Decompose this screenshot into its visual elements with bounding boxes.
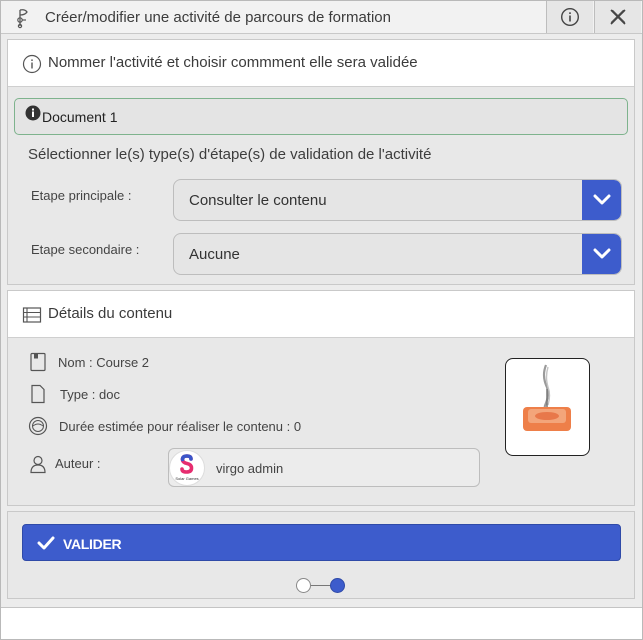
validate-button[interactable]: VALIDER <box>22 524 621 561</box>
dialog-window: Créer/modifier une activité de parcours … <box>0 0 643 640</box>
user-icon <box>30 455 46 474</box>
secondary-step-label: Etape secondaire : <box>31 242 140 257</box>
step-1-dot[interactable] <box>296 578 311 593</box>
info-icon <box>25 105 41 121</box>
list-icon <box>22 307 42 323</box>
window-title: Créer/modifier une activité de parcours … <box>45 9 391 26</box>
step-2-dot[interactable] <box>330 578 345 593</box>
author-name: virgo admin <box>216 461 284 476</box>
brand-logo-icon <box>180 454 194 474</box>
timer-icon <box>28 416 48 436</box>
close-button[interactable] <box>594 1 641 33</box>
validate-button-label: VALIDER <box>63 536 122 552</box>
info-button[interactable] <box>546 1 593 33</box>
actions-section: VALIDER <box>7 511 635 599</box>
activity-name-value: Document 1 <box>42 109 118 125</box>
content-details-section: Détails du contenu Nom : Course 2 Type :… <box>7 290 635 506</box>
activity-section-title: Nommer l'activité et choisir commment el… <box>48 54 418 71</box>
paper-spike-icon <box>523 364 571 431</box>
content-type: Type : doc <box>60 387 120 402</box>
author-field: Solar Games virgo admin <box>168 448 480 487</box>
chevron-down-icon <box>593 194 610 205</box>
secondary-step-select[interactable]: Aucune <box>173 233 622 275</box>
main-step-select[interactable]: Consulter le contenu <box>173 179 622 221</box>
content-thumbnail <box>505 358 590 456</box>
check-icon <box>37 536 55 550</box>
title-bar: Créer/modifier une activité de parcours … <box>1 1 642 34</box>
chevron-down-icon <box>593 248 610 259</box>
close-icon <box>610 9 626 25</box>
file-icon <box>30 352 46 372</box>
validation-instruction: Sélectionner le(s) type(s) d'étape(s) de… <box>28 146 432 163</box>
content-details-title: Détails du contenu <box>48 305 173 322</box>
author-label: Auteur : <box>55 456 101 471</box>
content-duration: Durée estimée pour réaliser le contenu :… <box>59 419 302 434</box>
flag-tree-icon <box>17 9 28 29</box>
content-details-header: Détails du contenu <box>8 291 634 338</box>
info-icon <box>22 54 42 74</box>
step-indicator <box>296 576 348 596</box>
main-step-dropdown-button[interactable] <box>582 180 621 220</box>
activity-name-field[interactable]: Document 1 <box>14 98 628 135</box>
content-name: Nom : Course 2 <box>58 355 150 370</box>
secondary-step-value: Aucune <box>189 246 240 263</box>
activity-section: Nommer l'activité et choisir commment el… <box>7 39 635 285</box>
main-step-value: Consulter le contenu <box>189 192 327 209</box>
avatar: Solar Games <box>169 450 205 486</box>
avatar-brand-text: Solar Games <box>175 476 199 481</box>
dialog-footer <box>1 607 642 639</box>
activity-section-header: Nommer l'activité et choisir commment el… <box>8 40 634 87</box>
info-icon <box>560 7 580 27</box>
step-connector <box>311 585 331 586</box>
main-step-label: Etape principale : <box>31 188 132 203</box>
secondary-step-dropdown-button[interactable] <box>582 234 621 274</box>
page-icon <box>31 384 45 404</box>
